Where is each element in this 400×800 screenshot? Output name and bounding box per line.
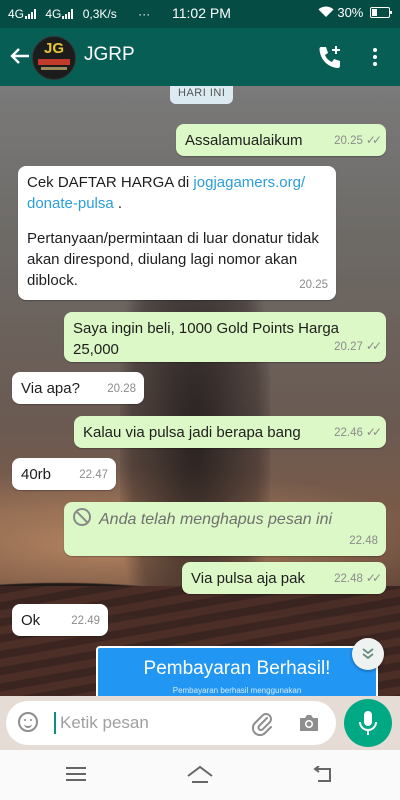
message-body: Cek DAFTAR HARGA di jogjagamers.org/ don… bbox=[27, 172, 327, 291]
double-chevron-down-icon bbox=[362, 648, 374, 660]
message-time: 22.49 bbox=[71, 615, 100, 627]
signal-icon bbox=[25, 9, 39, 19]
deleted-message-body: Anda telah menghapus pesan ini bbox=[73, 508, 343, 530]
read-ticks-icon: ✓✓ bbox=[365, 339, 382, 353]
avatar-banner bbox=[38, 59, 70, 65]
back-arrow-icon[interactable] bbox=[6, 42, 34, 70]
message-input[interactable]: Ketik pesan bbox=[60, 713, 149, 733]
message-time: 22.47 bbox=[79, 469, 108, 481]
message-text-end: . bbox=[113, 195, 123, 212]
text-cursor bbox=[54, 712, 56, 734]
message-text: Ok bbox=[21, 612, 41, 629]
message-meta: 22.46 ✓✓ bbox=[334, 422, 382, 444]
payment-title: Pembayaran Berhasil! bbox=[143, 658, 331, 679]
message-text: Saya ingin beli, 1000 Gold Points Harga … bbox=[73, 320, 340, 358]
message-text: Cek DAFTAR HARGA di bbox=[27, 174, 194, 191]
message-outgoing[interactable]: Assalamualaikum 20.25 ✓✓ bbox=[176, 124, 386, 156]
status-right: 30% bbox=[318, 5, 392, 20]
message-incoming[interactable]: Cek DAFTAR HARGA di jogjagamers.org/ don… bbox=[18, 166, 336, 300]
message-text: Via pulsa aja pak bbox=[191, 570, 305, 587]
message-outgoing[interactable]: Via pulsa aja pak 22.48 ✓✓ bbox=[182, 562, 386, 594]
date-chip: HARI INI bbox=[170, 86, 234, 104]
read-ticks-icon: ✓✓ bbox=[365, 133, 382, 147]
network-type-2: 4G bbox=[45, 7, 62, 21]
overflow-menu-icon[interactable] bbox=[364, 42, 386, 72]
message-outgoing[interactable]: Saya ingin beli, 1000 Gold Points Harga … bbox=[64, 312, 386, 362]
chat-header: JG JGRP bbox=[0, 28, 400, 86]
read-ticks-icon: ✓✓ bbox=[365, 425, 382, 439]
message-time: 22.48 bbox=[334, 573, 363, 585]
message-incoming[interactable]: 40rb 22.47 bbox=[12, 458, 116, 490]
payment-subtitle: Pembayaran berhasil menggunakan bbox=[172, 686, 302, 695]
chat-title[interactable]: JGRP bbox=[84, 44, 135, 66]
avatar[interactable]: JG bbox=[32, 36, 76, 80]
status-time: 11:02 PM bbox=[172, 5, 231, 21]
message-time: 22.46 bbox=[334, 427, 363, 439]
message-input-container[interactable]: Ketik pesan bbox=[6, 701, 336, 745]
wifi-icon bbox=[318, 5, 338, 20]
message-outgoing[interactable]: Kalau via pulsa jadi berapa bang 22.46 ✓✓ bbox=[74, 416, 386, 448]
camera-icon[interactable] bbox=[298, 713, 320, 733]
chat-area[interactable]: HARI INI Assalamualaikum 20.25 ✓✓ Cek DAF… bbox=[0, 86, 400, 696]
message-meta: 22.48 ✓✓ bbox=[334, 568, 382, 590]
network-type-1: 4G bbox=[8, 7, 25, 21]
attach-icon[interactable] bbox=[250, 710, 274, 737]
message-incoming[interactable]: Ok 22.49 bbox=[12, 604, 108, 636]
battery-icon bbox=[370, 7, 392, 18]
message-time: 20.27 bbox=[334, 341, 363, 353]
message-time: 20.25 bbox=[299, 279, 328, 291]
avatar-logo-text: JG bbox=[43, 40, 64, 57]
message-time: 22.48 bbox=[349, 535, 378, 547]
microphone-icon bbox=[359, 711, 377, 735]
emoji-icon[interactable] bbox=[18, 712, 38, 732]
message-time: 20.25 bbox=[334, 135, 363, 147]
voice-record-button[interactable] bbox=[344, 699, 392, 747]
message-text: Anda telah menghapus pesan ini bbox=[99, 511, 333, 528]
composer-bar: Ketik pesan bbox=[0, 696, 400, 750]
message-outgoing-deleted[interactable]: Anda telah menghapus pesan ini 22.48 bbox=[64, 502, 386, 556]
read-ticks-icon: ✓✓ bbox=[365, 571, 382, 585]
message-text-2: Pertanyaan/permintaan di luar donatur ti… bbox=[27, 230, 319, 289]
battery-percent: 30% bbox=[337, 5, 364, 20]
home-icon[interactable] bbox=[186, 764, 214, 786]
system-nav-bar bbox=[0, 750, 400, 800]
more-dots: ··· bbox=[138, 7, 151, 21]
scroll-to-bottom-button[interactable] bbox=[352, 638, 384, 670]
message-text: 40rb bbox=[21, 466, 52, 483]
add-call-icon[interactable] bbox=[316, 43, 344, 71]
payment-image-card[interactable]: Pembayaran Berhasil! Pembayaran berhasil… bbox=[96, 646, 378, 696]
data-speed: 0,3K/s bbox=[82, 7, 117, 21]
message-text: Kalau via pulsa jadi berapa bang bbox=[83, 424, 301, 441]
status-bar: 4G 4G 0,3K/s ··· 11:02 PM 30% bbox=[0, 0, 400, 28]
message-meta: 20.25 ✓✓ bbox=[334, 130, 382, 152]
back-nav-icon[interactable] bbox=[310, 765, 334, 784]
message-meta: 20.27 ✓✓ bbox=[334, 336, 382, 358]
deleted-message-icon bbox=[73, 508, 91, 526]
status-left: 4G 4G 0,3K/s ··· bbox=[8, 7, 150, 21]
message-incoming[interactable]: Via apa? 20.28 bbox=[12, 372, 144, 404]
message-time: 20.28 bbox=[107, 383, 136, 395]
message-text: Via apa? bbox=[21, 380, 80, 397]
recent-apps-icon[interactable] bbox=[66, 767, 88, 783]
message-text: Assalamualaikum bbox=[185, 132, 303, 149]
signal-icon-2 bbox=[62, 9, 76, 19]
avatar-banner-2 bbox=[41, 67, 67, 70]
